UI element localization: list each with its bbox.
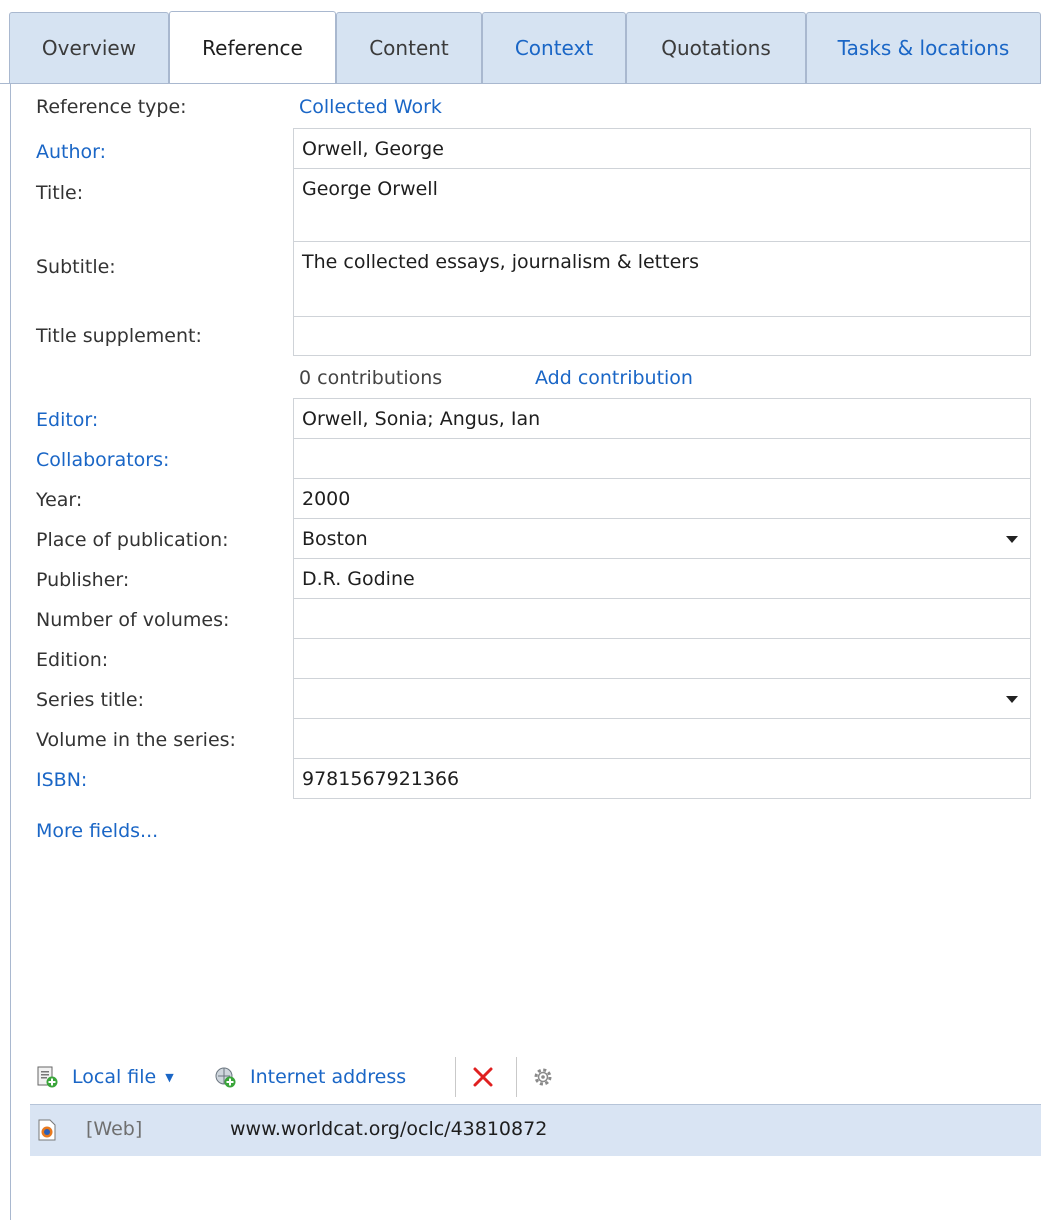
delete-attachment-button[interactable] [472,1055,494,1099]
internet-address-label: Internet address [250,1066,407,1088]
series-title-select[interactable] [293,678,1031,719]
edition-field[interactable] [293,638,1031,679]
attachment-row[interactable]: [Web] www.worldcat.org/oclc/43810872 [30,1104,1041,1156]
edition-label: Edition: [36,649,109,671]
volume-in-series-field[interactable] [293,718,1031,759]
year-label: Year: [36,489,83,511]
attachment-settings-button[interactable] [532,1055,554,1099]
publisher-field[interactable]: D.R. Godine [293,558,1031,599]
tab-quotations[interactable]: Quotations [626,12,806,83]
author-field[interactable]: Orwell, George [293,128,1031,169]
title-label: Title: [36,182,84,204]
attachment-type: [Web] [86,1118,143,1140]
attachment-toolbar: Local file ▼ Internet address [36,1055,1036,1099]
editor-value: Orwell, Sonia; Angus, Ian [302,407,541,430]
number-of-volumes-label: Number of volumes: [36,609,230,631]
title-supplement-field[interactable] [293,316,1031,356]
volume-in-series-label: Volume in the series: [36,729,236,751]
collaborators-label-link[interactable]: Collaborators: [36,449,169,471]
dropdown-arrow-icon[interactable] [1006,535,1018,543]
series-title-label: Series title: [36,689,145,711]
place-of-publication-select[interactable]: Boston [293,518,1031,559]
editor-label-link[interactable]: Editor: [36,409,98,431]
tab-reference[interactable]: Reference [169,11,336,84]
delete-x-icon [472,1066,494,1088]
year-field[interactable]: 2000 [293,478,1031,519]
tab-context[interactable]: Context [482,12,626,83]
title-field[interactable]: George Orwell [293,168,1031,242]
publisher-label: Publisher: [36,569,130,591]
add-link-icon [214,1066,236,1088]
add-file-icon [36,1066,58,1088]
contributions-count: 0 contributions [299,367,443,389]
add-contribution-link[interactable]: Add contribution [535,367,693,389]
subtitle-field[interactable]: The collected essays, journalism & lette… [293,241,1031,317]
place-of-publication-label: Place of publication: [36,529,229,551]
dropdown-arrow-icon[interactable] [1006,695,1018,703]
editor-field[interactable]: Orwell, Sonia; Angus, Ian [293,398,1031,439]
subtitle-label: Subtitle: [36,256,116,278]
title-supplement-label: Title supplement: [36,325,202,347]
publisher-value: D.R. Godine [302,567,415,590]
collaborators-field[interactable] [293,438,1031,479]
add-internet-address-button[interactable]: Internet address [214,1055,406,1099]
more-fields-link[interactable]: More fields... [36,820,158,842]
title-value: George Orwell [302,178,438,200]
year-value: 2000 [302,487,351,510]
tab-bar: Overview Reference Content Context Quota… [0,0,1041,84]
isbn-value: 9781567921366 [302,767,460,790]
author-label-link[interactable]: Author: [36,141,106,163]
chevron-down-icon[interactable]: ▼ [165,1071,173,1084]
toolbar-separator [516,1057,517,1097]
web-page-icon [38,1119,56,1141]
isbn-label-link[interactable]: ISBN: [36,769,87,791]
reference-type-label: Reference type: [36,96,187,118]
tab-divider [0,83,1041,84]
panel-left-border [10,84,11,1220]
author-value: Orwell, George [302,137,444,160]
reference-type-link[interactable]: Collected Work [299,96,442,118]
tab-content[interactable]: Content [336,12,482,83]
tab-tasks-locations[interactable]: Tasks & locations [806,12,1041,83]
place-of-publication-value: Boston [302,527,368,550]
subtitle-value: The collected essays, journalism & lette… [302,251,699,273]
toolbar-separator [455,1057,456,1097]
local-file-label: Local file [72,1066,157,1088]
attachment-url[interactable]: www.worldcat.org/oclc/43810872 [230,1118,547,1140]
isbn-field[interactable]: 9781567921366 [293,758,1031,799]
add-local-file-button[interactable]: Local file ▼ [36,1055,174,1099]
gear-icon [532,1066,554,1088]
number-of-volumes-field[interactable] [293,598,1031,639]
tab-overview[interactable]: Overview [9,12,169,83]
